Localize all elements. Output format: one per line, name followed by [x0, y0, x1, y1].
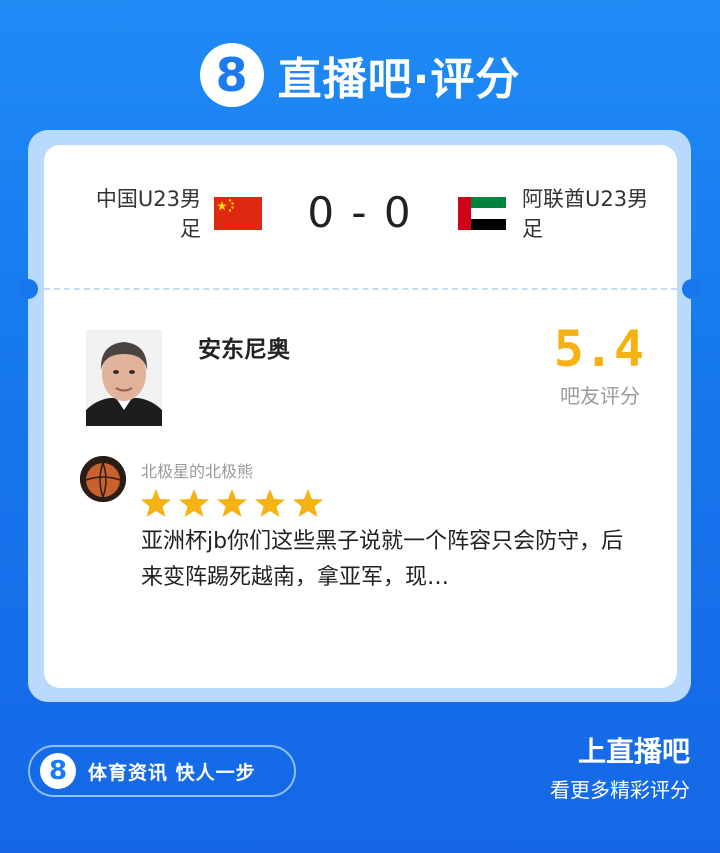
rating-label: 吧友评分	[560, 384, 640, 408]
player-rating: 5.4	[553, 320, 644, 378]
star-icon	[179, 489, 209, 517]
star-icon	[293, 489, 323, 517]
commenter-name: 北极星的北极熊	[141, 462, 254, 481]
star-icon	[255, 489, 285, 517]
card-divider	[44, 288, 677, 290]
player-photo	[86, 330, 162, 426]
ticket-notch-left	[18, 279, 38, 299]
comment-text[interactable]: 亚洲杯jb你们这些黑子说就一个阵容只会防守，后来变阵踢死越南，拿亚军，现…	[141, 524, 641, 596]
match-score: 0 - 0	[307, 188, 413, 237]
brand-title: 直播吧·评分	[277, 54, 521, 105]
comment-star-rating	[140, 488, 324, 518]
zhibo8-logo-icon: 8	[199, 43, 264, 107]
uae-flag-icon	[458, 197, 506, 230]
home-team-name: 中国U23男足	[95, 187, 201, 241]
slogan-text: 体育资讯 快人一步	[88, 761, 256, 784]
ticket-notch-right	[682, 279, 702, 299]
brand-header: 8 直播吧·评分	[0, 38, 720, 112]
away-team-name: 阿联酋U23男足	[522, 187, 649, 241]
cta-subtitle[interactable]: 看更多精彩评分	[470, 774, 690, 803]
slogan-pill[interactable]: 8 体育资讯 快人一步	[28, 745, 296, 797]
cta-title[interactable]: 上直播吧	[470, 730, 690, 770]
player-name: 安东尼奥	[198, 337, 290, 363]
star-icon	[217, 489, 247, 517]
commenter-avatar	[80, 456, 126, 502]
china-flag-icon	[214, 197, 262, 230]
zhibo8-logo-icon: 8	[40, 753, 76, 789]
star-icon	[141, 489, 171, 517]
